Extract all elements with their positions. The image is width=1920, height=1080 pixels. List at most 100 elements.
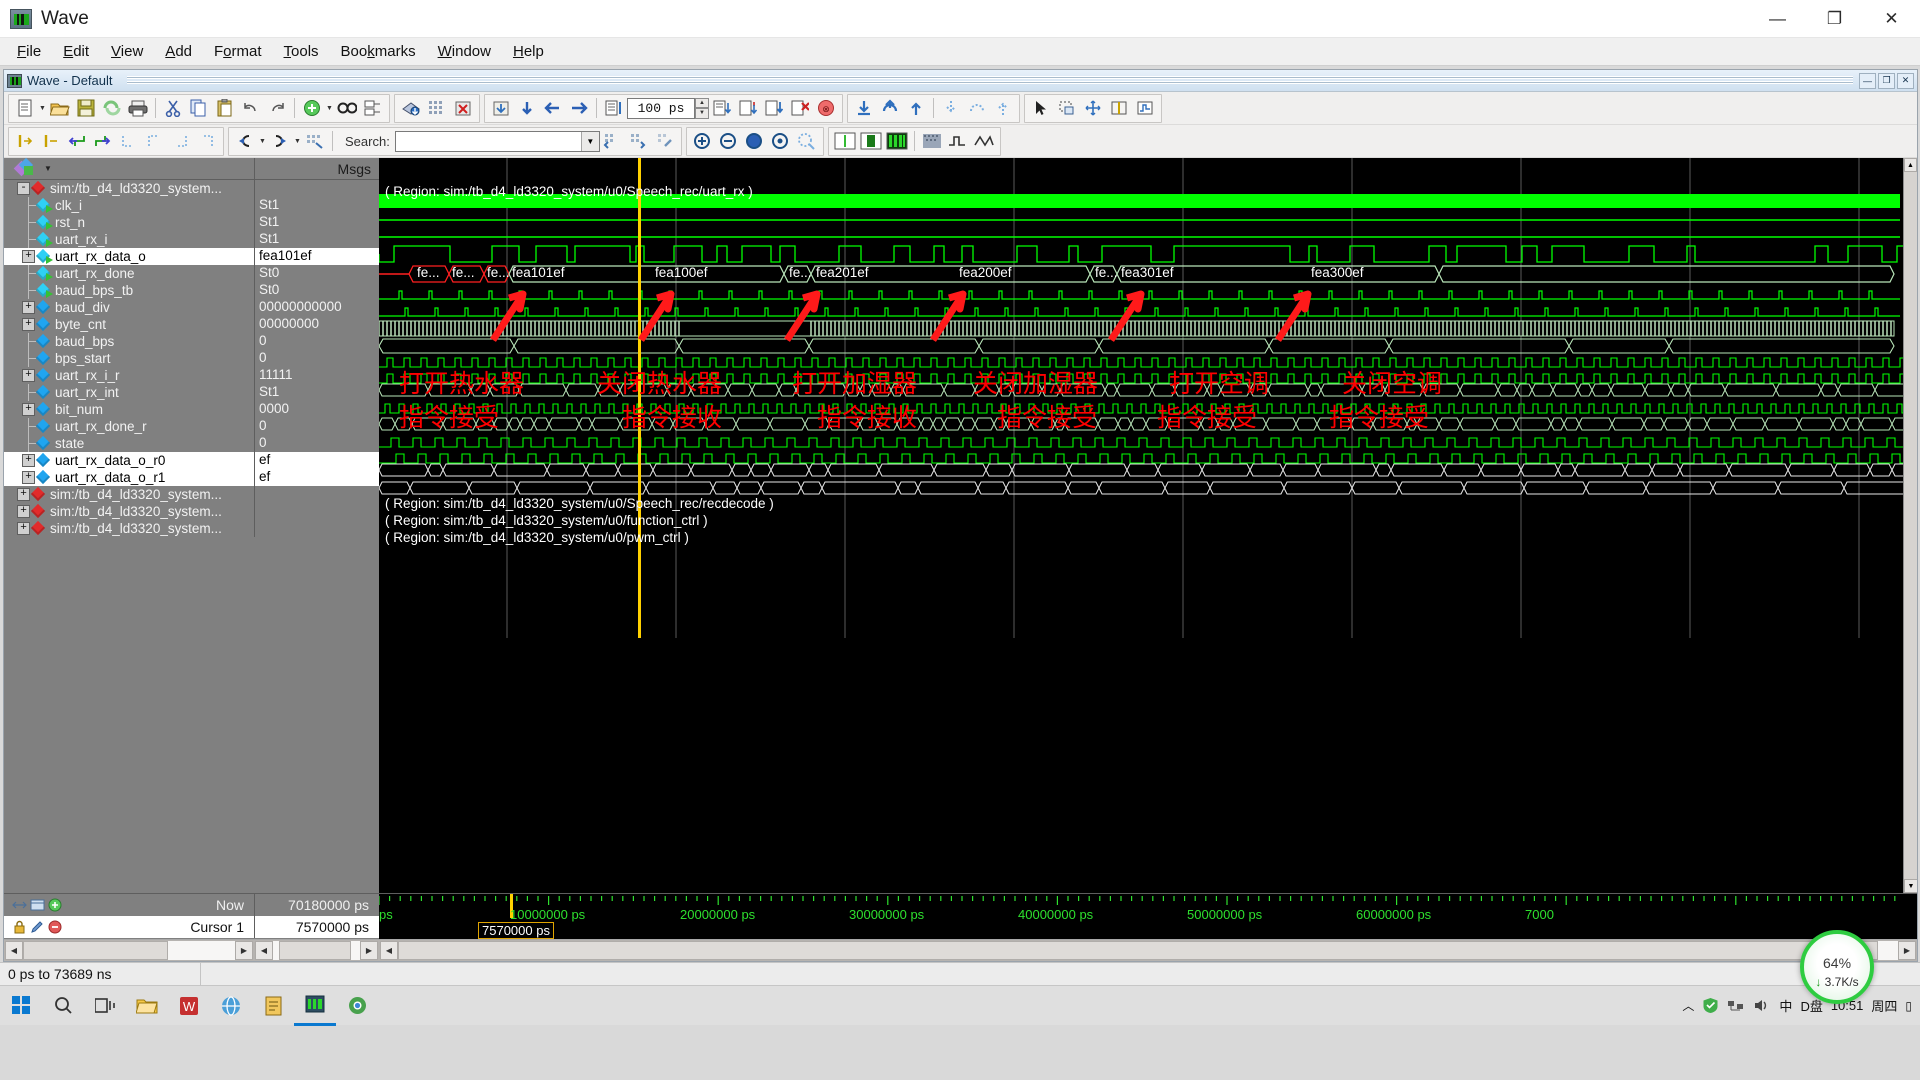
restart-icon[interactable] bbox=[488, 96, 514, 121]
wave-scroll-right-icon[interactable]: ▶ bbox=[1898, 941, 1916, 960]
stop-icon[interactable]: ⊗ bbox=[813, 96, 839, 121]
notepad-icon[interactable] bbox=[252, 986, 294, 1026]
tree-expander-icon[interactable]: + bbox=[22, 318, 35, 331]
search-find-next-icon[interactable] bbox=[626, 129, 652, 154]
step-dashed-3-icon[interactable] bbox=[990, 96, 1016, 121]
mdi-minimize-button[interactable]: — bbox=[1859, 72, 1876, 89]
cursor-time-box[interactable]: 7570000 ps bbox=[478, 922, 554, 939]
search-next-dropdown-icon[interactable]: ▼ bbox=[293, 129, 302, 154]
search-combo[interactable]: ▼ bbox=[394, 130, 600, 152]
name-scroll-right-icon[interactable]: ▶ bbox=[235, 941, 253, 960]
zoom-region-select-icon[interactable] bbox=[794, 129, 820, 154]
add-wave-icon[interactable] bbox=[398, 96, 424, 121]
run-back-icon[interactable] bbox=[540, 96, 566, 121]
value-scroll-right-icon[interactable]: ▶ bbox=[360, 941, 378, 960]
name-scroll-track[interactable] bbox=[23, 941, 235, 960]
signal-name-list[interactable]: - sim:/tb_d4_ld3320_system... clk_i rst_n ua… bbox=[4, 180, 254, 537]
minimize-button[interactable]: — bbox=[1749, 0, 1806, 38]
wave-scroll-left-icon[interactable]: ◀ bbox=[380, 941, 398, 960]
wps-writer-icon[interactable]: W bbox=[168, 986, 210, 1026]
signal-row[interactable]: + byte_cnt bbox=[4, 316, 254, 333]
show-desktop-icon[interactable]: ▯ bbox=[1905, 999, 1912, 1013]
copy-icon[interactable] bbox=[186, 96, 212, 121]
object-filter-icon[interactable] bbox=[13, 157, 38, 178]
value-scroll-track[interactable] bbox=[273, 941, 360, 960]
menu-tools[interactable]: Tools bbox=[273, 40, 330, 63]
tree-expander-icon[interactable]: + bbox=[22, 301, 35, 314]
step-out-icon[interactable] bbox=[903, 96, 929, 121]
prev-transition-icon[interactable] bbox=[64, 129, 90, 154]
name-pane-hscrollbar[interactable]: ◀ ▶ bbox=[4, 940, 254, 961]
wave-grid-icon[interactable] bbox=[424, 96, 450, 121]
start-button[interactable] bbox=[0, 986, 42, 1026]
download-progress-badge[interactable]: 64% ↓ 3.7K/s bbox=[1800, 930, 1874, 1004]
wave-single-icon[interactable] bbox=[832, 129, 858, 154]
close-button[interactable]: ✕ bbox=[1863, 0, 1920, 38]
pan-mode-icon[interactable] bbox=[1080, 96, 1106, 121]
zoom-in-icon[interactable] bbox=[690, 129, 716, 154]
tree-expander-icon[interactable]: + bbox=[22, 471, 35, 484]
select-mode-icon[interactable] bbox=[1028, 96, 1054, 121]
new-document-dropdown-icon[interactable]: ▼ bbox=[38, 96, 47, 121]
expand-time-icon[interactable] bbox=[12, 898, 27, 912]
signal-row[interactable]: state bbox=[4, 435, 254, 452]
add-icon[interactable] bbox=[299, 96, 325, 121]
signal-row[interactable]: + uart_rx_i_r bbox=[4, 367, 254, 384]
wave-pane-hscrollbar[interactable]: ◀ ▶ bbox=[379, 940, 1917, 961]
insert-cursor-icon[interactable] bbox=[12, 129, 38, 154]
properties-icon[interactable] bbox=[360, 96, 386, 121]
run-icon[interactable] bbox=[514, 96, 540, 121]
zoom-region-icon[interactable] bbox=[1054, 96, 1080, 121]
step-dashed-2-icon[interactable] bbox=[964, 96, 990, 121]
continue-run-icon[interactable] bbox=[735, 96, 761, 121]
break-icon[interactable] bbox=[787, 96, 813, 121]
signal-row[interactable]: baud_bps bbox=[4, 333, 254, 350]
signal-row[interactable]: rst_n bbox=[4, 214, 254, 231]
undo-icon[interactable] bbox=[238, 96, 264, 121]
browser-icon[interactable] bbox=[210, 986, 252, 1026]
cut-icon[interactable] bbox=[160, 96, 186, 121]
run-forward-icon[interactable] bbox=[566, 96, 592, 121]
add-dropdown-icon[interactable]: ▼ bbox=[325, 96, 334, 121]
next-transition-icon[interactable] bbox=[90, 129, 116, 154]
run-all-icon[interactable] bbox=[761, 96, 787, 121]
wave-multi-icon[interactable] bbox=[884, 129, 910, 154]
paste-icon[interactable] bbox=[212, 96, 238, 121]
run-simulation-icon[interactable] bbox=[709, 96, 735, 121]
print-icon[interactable] bbox=[125, 96, 151, 121]
signal-row[interactable]: uart_rx_done bbox=[4, 265, 254, 282]
search-icon[interactable] bbox=[42, 986, 84, 1026]
file-explorer-icon[interactable] bbox=[126, 986, 168, 1026]
wave-dual-icon[interactable] bbox=[858, 129, 884, 154]
modelsim-icon[interactable] bbox=[294, 986, 336, 1026]
value-scroll-thumb[interactable] bbox=[279, 941, 351, 960]
wave-pattern-icon[interactable] bbox=[919, 129, 945, 154]
run-length-stepper[interactable]: ▲ ▼ bbox=[695, 97, 709, 119]
edit-cursor-icon[interactable] bbox=[30, 920, 45, 934]
lock-icon[interactable] bbox=[12, 920, 27, 934]
cursor-row[interactable]: Cursor 1 bbox=[4, 916, 254, 938]
open-folder-icon[interactable] bbox=[47, 96, 73, 121]
zoom-full-icon[interactable] bbox=[742, 129, 768, 154]
add-cursor-icon[interactable] bbox=[48, 898, 63, 912]
name-scroll-left-icon[interactable]: ◀ bbox=[5, 941, 23, 960]
signal-row[interactable]: + bit_num bbox=[4, 401, 254, 418]
run-length-icon[interactable] bbox=[601, 96, 627, 121]
network-icon[interactable] bbox=[1727, 998, 1745, 1013]
search-input[interactable] bbox=[395, 131, 581, 151]
find-transition-dash3-icon[interactable] bbox=[168, 129, 194, 154]
shield-icon[interactable] bbox=[1702, 997, 1719, 1014]
zoom-out-icon[interactable] bbox=[716, 129, 742, 154]
tree-expander-icon[interactable]: + bbox=[22, 454, 35, 467]
find-transition-dash1-icon[interactable] bbox=[116, 129, 142, 154]
menu-file[interactable]: File bbox=[6, 40, 52, 63]
step-over-icon[interactable] bbox=[877, 96, 903, 121]
signal-row[interactable]: + uart_rx_data_o_r0 bbox=[4, 452, 254, 469]
wave-delete-icon[interactable] bbox=[450, 96, 476, 121]
show-hidden-icons-icon[interactable]: ︿ bbox=[1682, 997, 1694, 1014]
delete-cursor-icon[interactable] bbox=[38, 129, 64, 154]
signal-row[interactable]: clk_i bbox=[4, 197, 254, 214]
wave-analog-icon[interactable] bbox=[971, 129, 997, 154]
timeline-panel[interactable]: ps 10000000 ps 20000000 ps 30000000 ps 40000… bbox=[379, 894, 1917, 939]
signal-row[interactable]: + sim:/tb_d4_ld3320_system... bbox=[4, 486, 254, 503]
